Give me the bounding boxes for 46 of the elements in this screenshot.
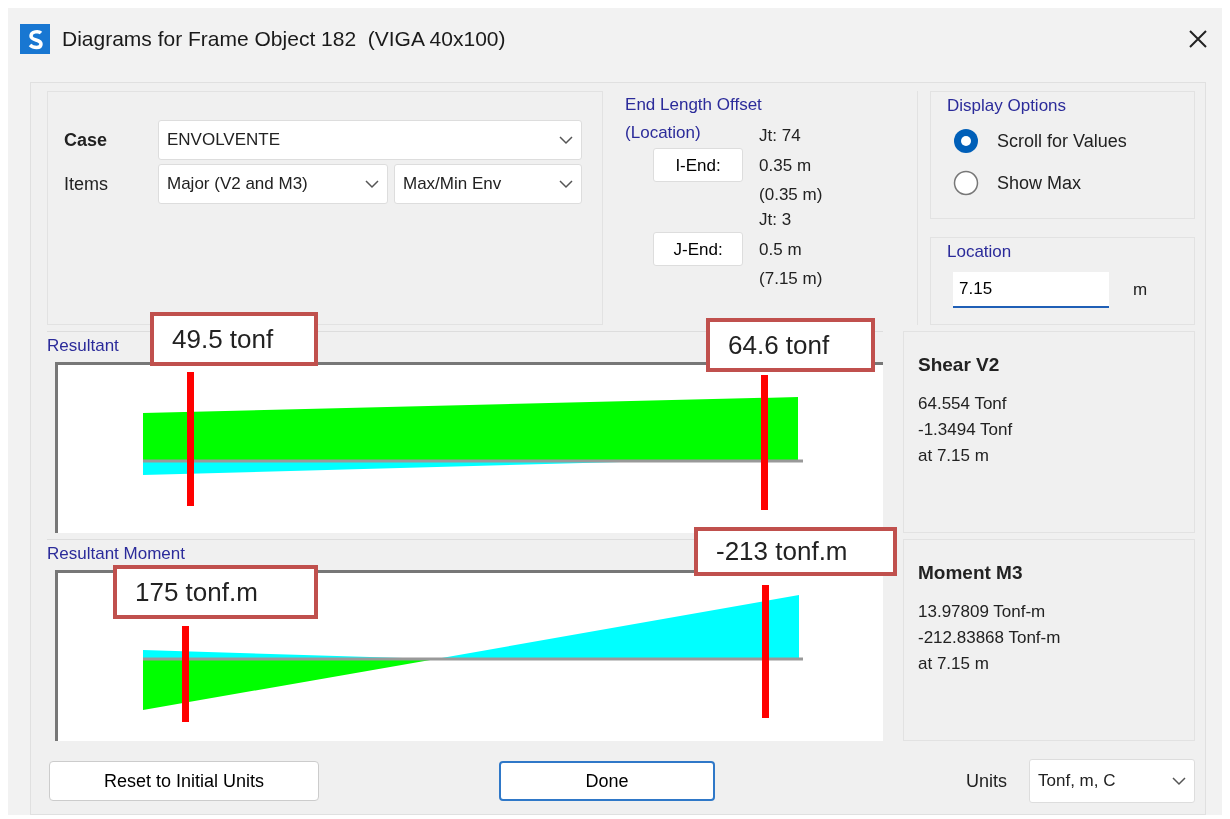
items-dropdown[interactable]: Major (V2 and M3) xyxy=(158,164,388,204)
end-button[interactable]: I-End: xyxy=(653,148,744,182)
items-label: Items xyxy=(64,173,109,195)
group-title: Location xyxy=(947,241,1012,263)
location-input[interactable]: 7.15 xyxy=(953,272,1109,308)
units-dropdown[interactable]: Tonf, m, C xyxy=(1029,759,1195,803)
info-value: -1.3494 Tonf xyxy=(918,420,1014,440)
callout-label: 64.6 tonf xyxy=(706,318,875,372)
info-value: -212.83868 Tonf-m xyxy=(918,628,1062,648)
info-heading: Moment M3 xyxy=(918,562,1024,584)
diagram-label: Resultant xyxy=(47,336,119,357)
chevron-down-icon xyxy=(559,135,573,145)
radio-button[interactable] xyxy=(953,128,979,154)
chevron-down-icon xyxy=(365,179,379,189)
offset-value: 0.5 m xyxy=(759,238,803,261)
callout-label: 175 tonf.m xyxy=(113,565,318,619)
case-dropdown[interactable]: ENVOLVENTE xyxy=(158,120,582,160)
joint-label: Jt: 74 xyxy=(759,125,802,147)
info-value: 64.554 Tonf xyxy=(918,394,1008,414)
chevron-down-icon xyxy=(1172,776,1186,786)
radio-label: Scroll for Values xyxy=(997,130,1127,152)
location-value: (7.15 m) xyxy=(759,268,824,290)
info-value: 13.97809 Tonf-m xyxy=(918,602,1047,622)
end-button[interactable]: J-End: xyxy=(653,232,744,266)
radio-label: Show Max xyxy=(997,172,1082,194)
info-heading: Shear V2 xyxy=(918,354,1001,376)
callout-label: 49.5 tonf xyxy=(150,312,318,366)
info-value: at 7.15 m xyxy=(918,654,990,674)
reset-units-button[interactable]: Reset to Initial Units xyxy=(49,761,319,801)
offset-value: 0.35 m xyxy=(759,154,813,177)
radio-button[interactable] xyxy=(953,170,979,196)
unit-label: m xyxy=(1133,280,1148,300)
location-value: (0.35 m) xyxy=(759,184,824,206)
joint-label: Jt: 3 xyxy=(759,209,793,231)
close-icon[interactable] xyxy=(1188,29,1208,49)
diagram-label: Resultant Moment xyxy=(47,544,185,565)
items-dropdown[interactable]: Max/Min Env xyxy=(394,164,582,204)
done-button[interactable]: Done xyxy=(499,761,715,801)
app-logo-icon xyxy=(20,24,50,54)
window-title: Diagrams for Frame Object 182 (VIGA 40x100) xyxy=(62,27,507,51)
group-title: Display Options xyxy=(947,95,1067,117)
callout-label: -213 tonf.m xyxy=(694,527,897,576)
info-value: at 7.15 m xyxy=(918,446,990,466)
units-label: Units xyxy=(966,770,1007,792)
chevron-down-icon xyxy=(559,179,573,189)
case-label: Case xyxy=(64,129,109,151)
